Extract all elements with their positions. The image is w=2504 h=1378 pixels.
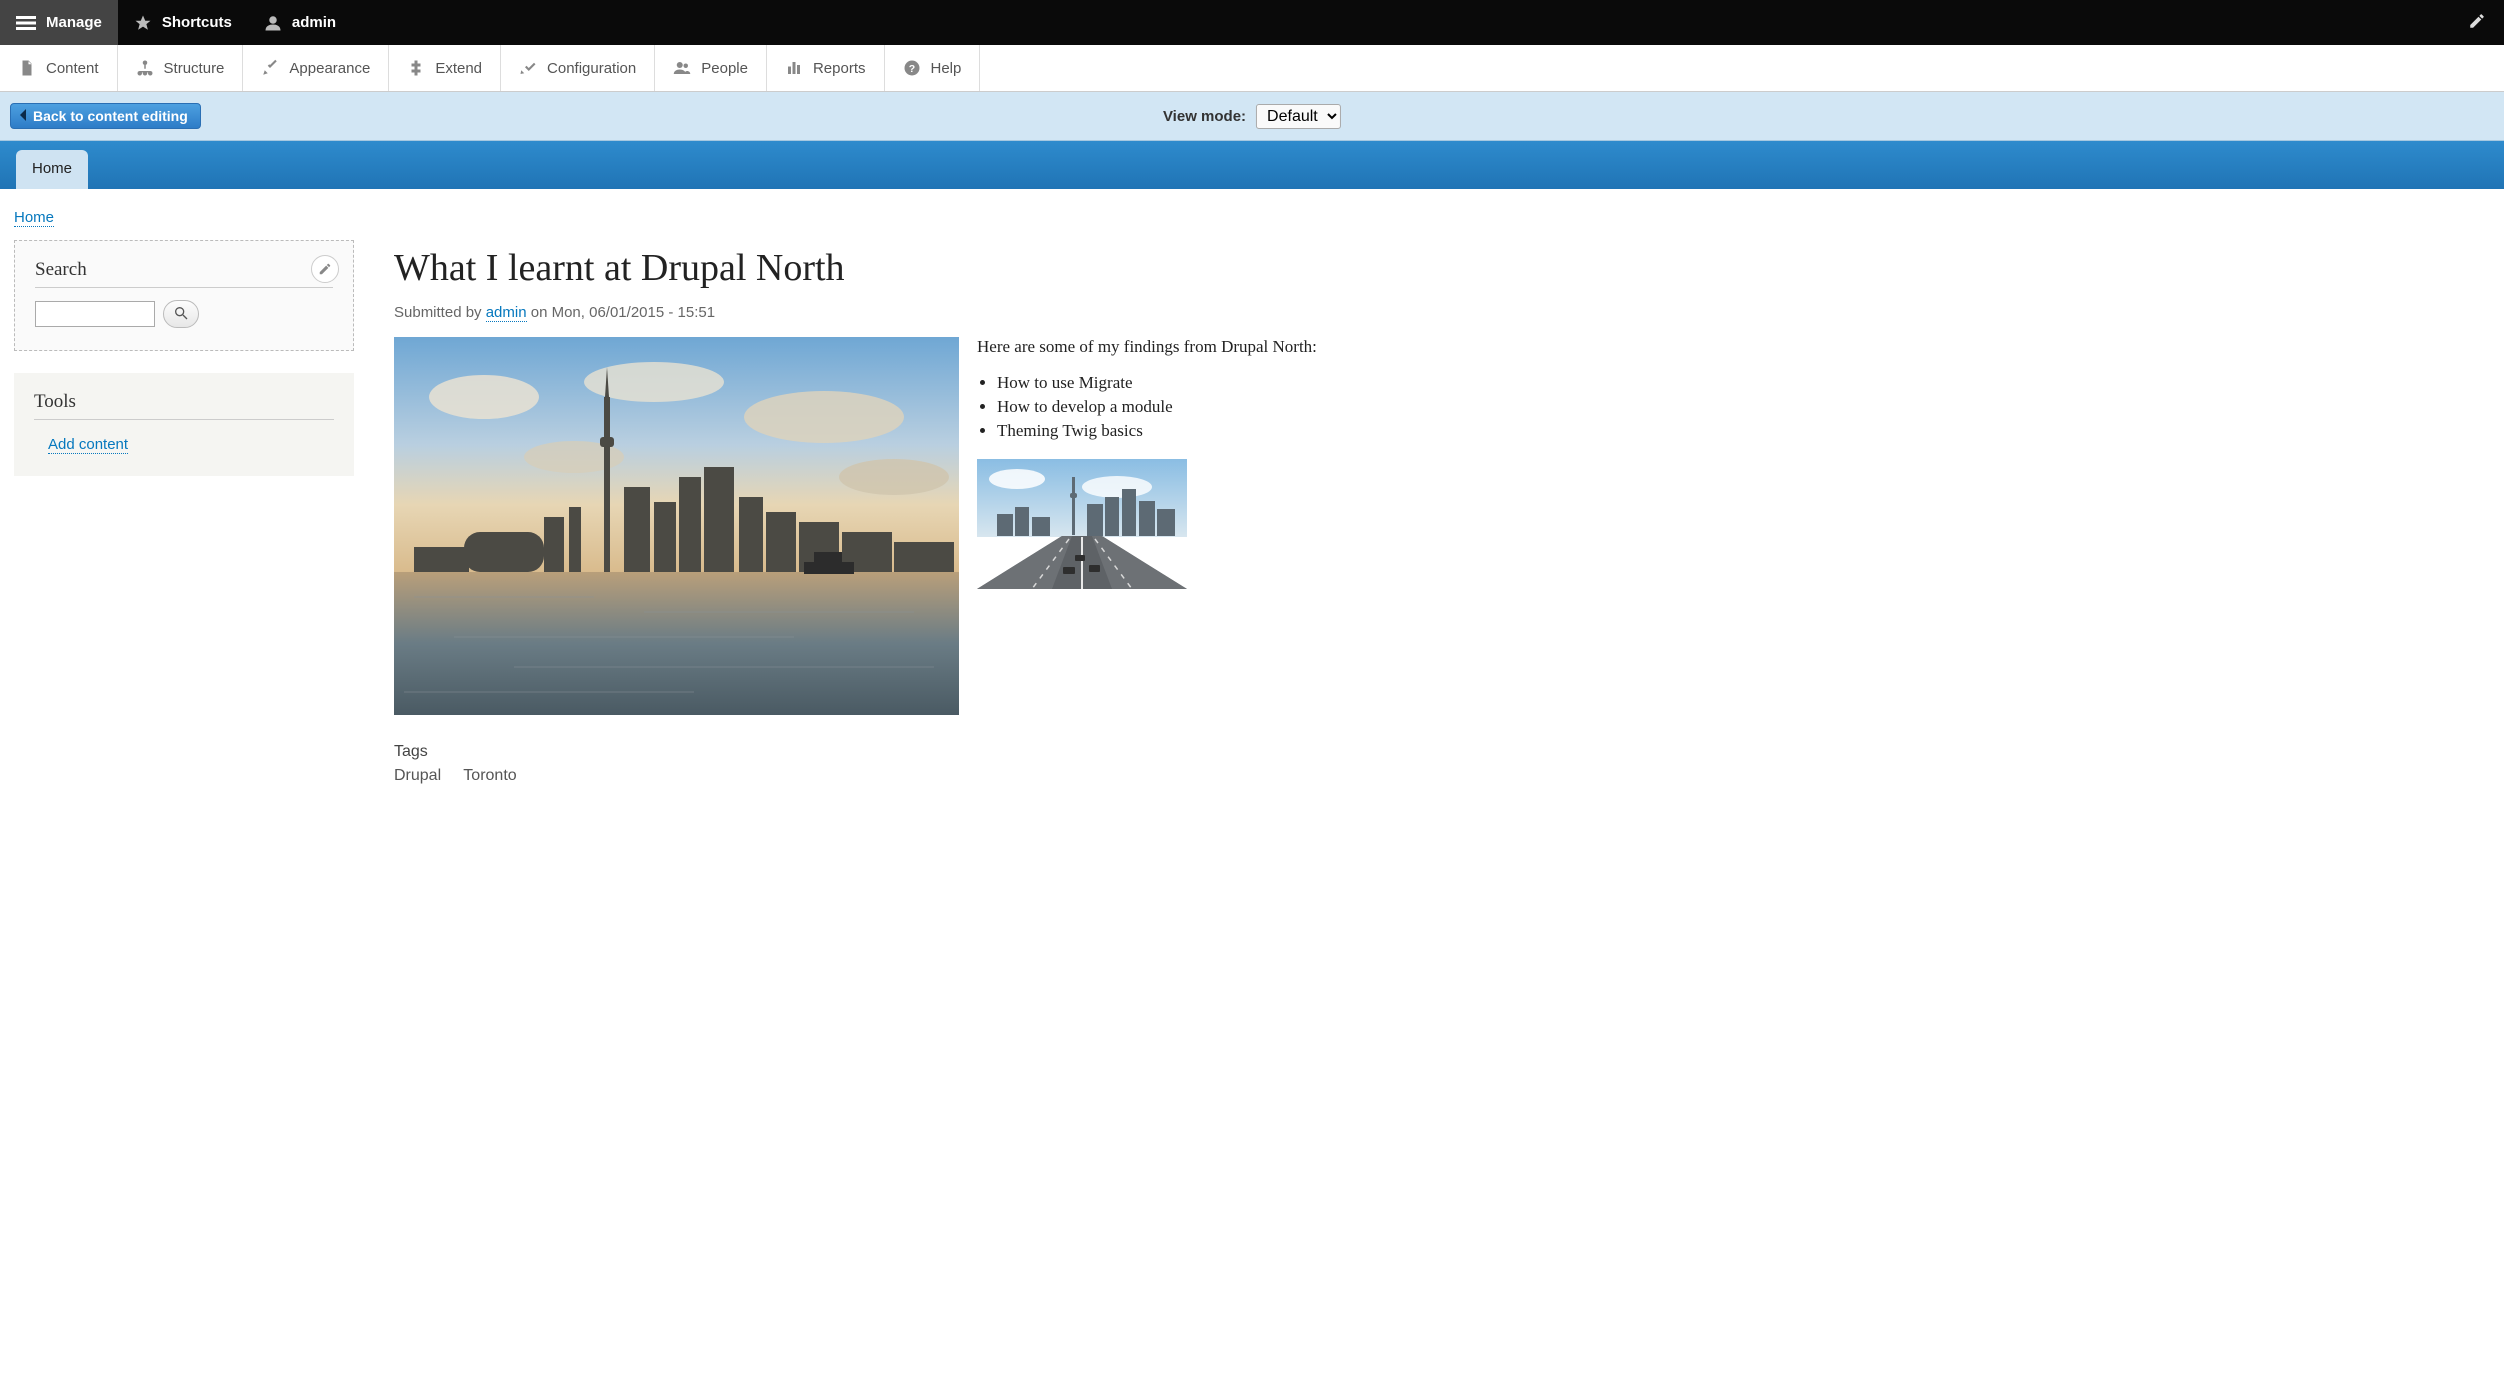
primary-tabs: Home [0,141,2504,189]
preview-bar: Back to content editing View mode: Defau… [0,92,2504,141]
list-item: Theming Twig basics [997,421,2490,441]
admin-menu-label: Help [931,60,962,77]
admin-menu-extend[interactable]: Extend [389,45,501,91]
article: What I learnt at Drupal North Submitted … [394,240,2490,785]
admin-menu-label: Configuration [547,60,636,77]
hamburger-icon [16,13,36,33]
tags-label: Tags [394,743,2490,761]
star-icon [134,14,152,32]
admin-menu-label: Extend [435,60,482,77]
submitted-prefix: Submitted by [394,304,486,321]
search-icon [173,305,189,324]
manage-toggle[interactable]: Manage [0,0,118,45]
appearance-icon [261,59,279,77]
search-input[interactable] [35,301,155,327]
svg-text:?: ? [908,63,914,75]
add-content-link[interactable]: Add content [48,436,128,454]
admin-menu-help[interactable]: ? Help [885,45,981,91]
tags-section: Tags Drupal Toronto [394,729,2490,785]
tab-home[interactable]: Home [16,150,88,189]
admin-menu-reports[interactable]: Reports [767,45,885,91]
admin-menu-label: Reports [813,60,866,77]
findings-list: How to use Migrate How to develop a modu… [997,373,2490,441]
admin-menu: Content Structure Appearance Extend Conf… [0,45,2504,92]
admin-menu-appearance[interactable]: Appearance [243,45,389,91]
author-link[interactable]: admin [486,304,527,322]
view-mode-selector: View mode: Default [1163,104,1341,129]
view-mode-select[interactable]: Default [1256,104,1341,129]
block-edit-button[interactable] [311,255,339,283]
chevron-left-icon [19,108,29,124]
inline-image [977,459,1187,589]
manage-label: Manage [46,14,102,31]
tools-title: Tools [34,391,334,420]
page-title: What I learnt at Drupal North [394,246,2490,290]
tag-item[interactable]: Toronto [463,767,516,784]
intro-text: Here are some of my findings from Drupal… [977,337,2490,357]
list-item: How to develop a module [997,397,2490,417]
search-title: Search [35,259,333,288]
admin-menu-people[interactable]: People [655,45,767,91]
hero-image [394,337,959,715]
view-mode-label: View mode: [1163,108,1246,125]
shortcuts-label: Shortcuts [162,14,232,31]
extend-icon [407,59,425,77]
breadcrumb-home[interactable]: Home [14,209,54,227]
admin-menu-configuration[interactable]: Configuration [501,45,655,91]
config-icon [519,59,537,77]
admin-menu-content[interactable]: Content [0,45,118,91]
back-label: Back to content editing [33,108,188,124]
admin-menu-label: Appearance [289,60,370,77]
structure-icon [136,59,154,77]
admin-menu-structure[interactable]: Structure [118,45,244,91]
reports-icon [785,59,803,77]
people-icon [673,59,691,77]
back-to-editing-button[interactable]: Back to content editing [10,103,201,129]
search-block: Search [14,240,354,351]
admin-menu-label: Content [46,60,99,77]
search-submit[interactable] [163,300,199,328]
sidebar: Search Tools Add content [14,240,354,785]
submitted-info: Submitted by admin on Mon, 06/01/2015 - … [394,304,2490,321]
user-icon [264,14,282,32]
article-body: Here are some of my findings from Drupal… [977,337,2490,729]
breadcrumb: Home [0,189,2504,226]
admin-menu-label: Structure [164,60,225,77]
help-icon: ? [903,59,921,77]
user-name: admin [292,14,336,31]
admin-toolbar: Manage Shortcuts admin [0,0,2504,45]
doc-icon [18,59,36,77]
admin-menu-label: People [701,60,748,77]
tag-item[interactable]: Drupal [394,767,441,784]
tools-block: Tools Add content [14,373,354,476]
pencil-toggle[interactable] [2450,12,2504,33]
shortcuts-link[interactable]: Shortcuts [118,0,248,45]
submitted-suffix: on Mon, 06/01/2015 - 15:51 [527,304,715,321]
user-menu[interactable]: admin [248,0,352,45]
tab-home-label: Home [32,160,72,177]
list-item: How to use Migrate [997,373,2490,393]
